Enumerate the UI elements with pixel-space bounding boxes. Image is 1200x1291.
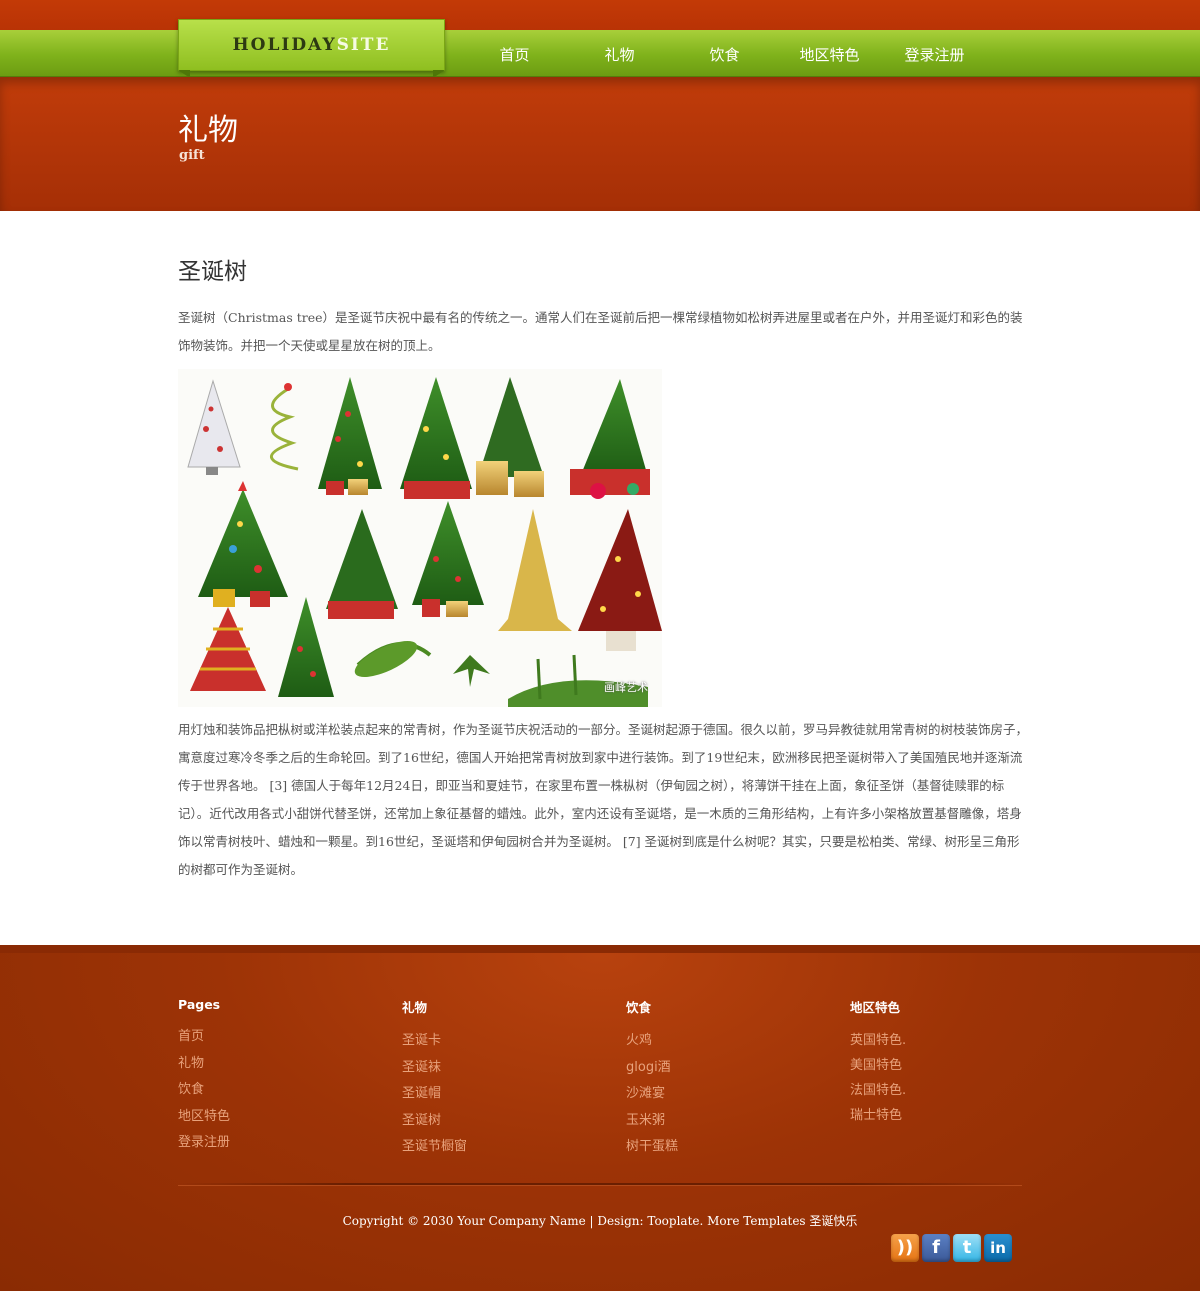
logo-main-text: HOLIDAY xyxy=(232,35,337,55)
footer-heading: 地区特色 xyxy=(850,1000,901,1015)
copyright-text: Copyright © 2030 Your Company Name | Des… xyxy=(342,1214,858,1228)
footer-link[interactable]: 圣诞卡 xyxy=(402,1028,602,1055)
footer-link[interactable]: 树干蛋糕 xyxy=(626,1134,826,1161)
nav-item-home[interactable]: 首页 xyxy=(462,30,567,76)
image-watermark: 画峰艺术 xyxy=(604,681,648,694)
footer-heading: 饮食 xyxy=(626,1000,652,1015)
footer-column-gifts: 礼物 圣诞卡 圣诞袜 圣诞帽 圣诞树 圣诞节橱窗 xyxy=(402,997,602,1161)
christmas-trees-image: 画峰艺术 xyxy=(178,369,662,707)
footer-link[interactable]: 玉米粥 xyxy=(626,1108,826,1135)
facebook-icon[interactable]: f xyxy=(922,1234,950,1262)
footer-link[interactable]: 火鸡 xyxy=(626,1028,826,1055)
nav-item-gifts[interactable]: 礼物 xyxy=(567,30,672,76)
article-title: 圣诞树 xyxy=(178,259,247,285)
main-nav: 首页 礼物 饮食 地区特色 登录注册 xyxy=(462,30,987,76)
footer-heading: 礼物 xyxy=(402,1000,428,1015)
article-body: 用灯烛和装饰品把枞树或洋松装点起来的常青树，作为圣诞节庆祝活动的一部分。圣诞树起… xyxy=(178,722,1029,877)
nav-item-regional[interactable]: 地区特色 xyxy=(777,30,882,76)
christmas-trees-illustration xyxy=(187,377,662,707)
page-title: 礼物 xyxy=(178,113,238,148)
nav-item-food[interactable]: 饮食 xyxy=(672,30,777,76)
linkedin-icon[interactable]: in xyxy=(984,1234,1012,1262)
footer-link[interactable]: 登录注册 xyxy=(178,1130,378,1157)
footer-link[interactable]: 英国特色. xyxy=(850,1028,1050,1053)
footer-link[interactable]: 法国特色. xyxy=(850,1078,1050,1103)
footer-link[interactable]: 瑞士特色 xyxy=(850,1103,1050,1128)
footer-heading: Pages xyxy=(178,997,221,1012)
footer-link[interactable]: 首页 xyxy=(178,1024,378,1051)
rss-icon[interactable]: )) xyxy=(891,1234,919,1262)
footer-divider xyxy=(178,1183,1022,1186)
footer-column-pages: Pages 首页 礼物 饮食 地区特色 登录注册 xyxy=(178,997,378,1157)
page-subtitle: gift xyxy=(179,148,205,163)
footer-link[interactable]: 地区特色 xyxy=(178,1104,378,1131)
twitter-icon[interactable]: t xyxy=(953,1234,981,1262)
footer-link[interactable]: 沙滩宴 xyxy=(626,1081,826,1108)
site-logo[interactable]: HOLIDAYSITE xyxy=(178,19,445,78)
footer-link[interactable]: 圣诞帽 xyxy=(402,1081,602,1108)
footer-link[interactable]: glogi酒 xyxy=(626,1055,826,1082)
article-intro: 圣诞树（Christmas tree）是圣诞节庆祝中最有名的传统之一。通常人们在… xyxy=(178,310,1023,353)
footer-link[interactable]: 美国特色 xyxy=(850,1053,1050,1078)
logo-accent-text: SITE xyxy=(336,35,391,55)
footer-column-regional: 地区特色 英国特色. 美国特色 法国特色. 瑞士特色 xyxy=(850,997,1050,1128)
footer-link[interactable]: 圣诞袜 xyxy=(402,1055,602,1082)
footer-column-food: 饮食 火鸡 glogi酒 沙滩宴 玉米粥 树干蛋糕 xyxy=(626,997,826,1161)
footer-link[interactable]: 饮食 xyxy=(178,1077,378,1104)
social-icons: )) f t in xyxy=(891,1234,1012,1262)
site-footer: Pages 首页 礼物 饮食 地区特色 登录注册 礼物 圣诞卡 圣诞袜 圣诞帽 … xyxy=(0,945,1200,1291)
footer-link[interactable]: 礼物 xyxy=(178,1051,378,1078)
nav-item-login[interactable]: 登录注册 xyxy=(882,30,987,76)
footer-link[interactable]: 圣诞树 xyxy=(402,1108,602,1135)
footer-link[interactable]: 圣诞节橱窗 xyxy=(402,1134,602,1161)
